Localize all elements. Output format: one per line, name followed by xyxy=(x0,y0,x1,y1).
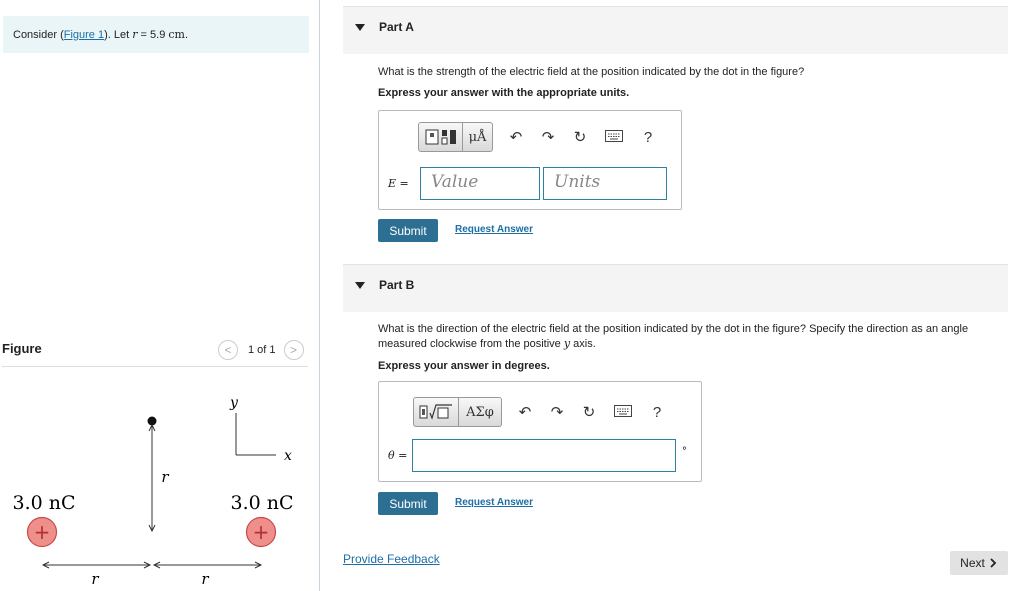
plus-sign: + xyxy=(253,520,270,544)
part-b-instruction: Express your answer in degrees. xyxy=(378,360,550,372)
templates-button[interactable] xyxy=(418,122,463,152)
y-axis-label: y xyxy=(229,395,239,411)
figure-pager: < 1 of 1 > xyxy=(218,340,304,360)
units-input[interactable]: Units xyxy=(543,167,667,200)
vertical-r-label: r xyxy=(161,468,169,486)
figure-title: Figure xyxy=(2,341,42,356)
help-button[interactable]: ? xyxy=(641,129,655,146)
reset-icon[interactable]: ↻ xyxy=(582,403,596,421)
intro-text: . xyxy=(184,29,189,41)
angle-input[interactable] xyxy=(412,439,676,472)
left-charge-label: 3.0 nC xyxy=(12,492,75,514)
collapse-triangle-icon[interactable] xyxy=(355,282,365,289)
value-input[interactable]: Value xyxy=(420,167,540,200)
reset-icon[interactable]: ↻ xyxy=(573,128,587,146)
part-a-answer-box: μÅ ↶ ↷ ↻ ? E = Value Units xyxy=(378,110,682,210)
degree-symbol: ° xyxy=(682,446,687,457)
part-a-label: Part A xyxy=(379,20,414,34)
part-a-submit-button[interactable]: Submit xyxy=(378,219,438,242)
redo-icon[interactable]: ↷ xyxy=(550,403,564,421)
right-r-label: r xyxy=(201,570,209,588)
keyboard-icon[interactable] xyxy=(614,404,632,421)
templates-icon xyxy=(419,404,452,420)
part-a-question: What is the strength of the electric fie… xyxy=(378,66,805,78)
part-a-toolbar: μÅ ↶ ↷ ↻ ? xyxy=(418,122,655,152)
part-b-equation-label: θ = xyxy=(388,449,408,462)
next-label: Next xyxy=(960,556,985,570)
part-a-request-answer-link[interactable]: Request Answer xyxy=(455,224,533,235)
part-a-instruction: Express your answer with the appropriate… xyxy=(378,87,630,99)
figure-count: 1 of 1 xyxy=(248,344,276,356)
part-b-submit-button[interactable]: Submit xyxy=(378,492,438,515)
intro-unit: cm xyxy=(168,28,185,41)
intro-text: = 5.9 xyxy=(137,29,169,41)
part-b-answer-box: ΑΣφ ↶ ↷ ↻ ? θ = ° xyxy=(378,381,702,482)
intro-text: ). Let xyxy=(104,29,133,41)
templates-button[interactable] xyxy=(413,397,459,427)
intro-text: Consider ( xyxy=(13,29,64,41)
part-a-header[interactable]: Part A xyxy=(343,6,1008,54)
part-a-equation-label: E = xyxy=(388,177,409,190)
greek-symbols-button[interactable]: ΑΣφ xyxy=(459,397,502,427)
next-button[interactable]: Next xyxy=(950,551,1008,575)
keyboard-icon[interactable] xyxy=(605,129,623,146)
plus-sign: + xyxy=(34,520,51,544)
figure-link[interactable]: Figure 1 xyxy=(64,29,104,41)
undo-icon[interactable]: ↶ xyxy=(518,403,532,421)
right-charge-label: 3.0 nC xyxy=(230,492,293,514)
units-button[interactable]: μÅ xyxy=(463,122,493,152)
next-figure-button[interactable]: > xyxy=(283,340,304,360)
part-b-toolbar: ΑΣφ ↶ ↷ ↻ ? xyxy=(413,397,664,427)
part-b-header[interactable]: Part B xyxy=(343,264,1008,312)
help-button[interactable]: ? xyxy=(650,404,664,421)
provide-feedback-link[interactable]: Provide Feedback xyxy=(343,552,440,566)
x-axis-label: x xyxy=(284,448,292,464)
collapse-triangle-icon[interactable] xyxy=(355,24,365,31)
redo-icon[interactable]: ↷ xyxy=(541,128,555,146)
figure-pane: Consider (Figure 1). Let r = 5.9 cm. Fig… xyxy=(0,0,320,591)
chevron-right-icon xyxy=(990,558,997,568)
problem-intro: Consider (Figure 1). Let r = 5.9 cm. xyxy=(3,16,309,53)
part-b-request-answer-link[interactable]: Request Answer xyxy=(455,497,533,508)
part-b-question-line1: What is the direction of the electric fi… xyxy=(378,323,969,335)
left-r-label: r xyxy=(91,570,99,588)
prev-figure-button[interactable]: < xyxy=(218,340,238,360)
part-b-question-line2: measured clockwise from the positive y a… xyxy=(378,337,596,350)
divider xyxy=(2,366,308,367)
part-b-label: Part B xyxy=(379,278,415,292)
templates-icon xyxy=(425,129,456,145)
undo-icon[interactable]: ↶ xyxy=(509,128,523,146)
figure-diagram: y x r 3.0 nC + 3.0 nC + r r xyxy=(12,395,293,588)
